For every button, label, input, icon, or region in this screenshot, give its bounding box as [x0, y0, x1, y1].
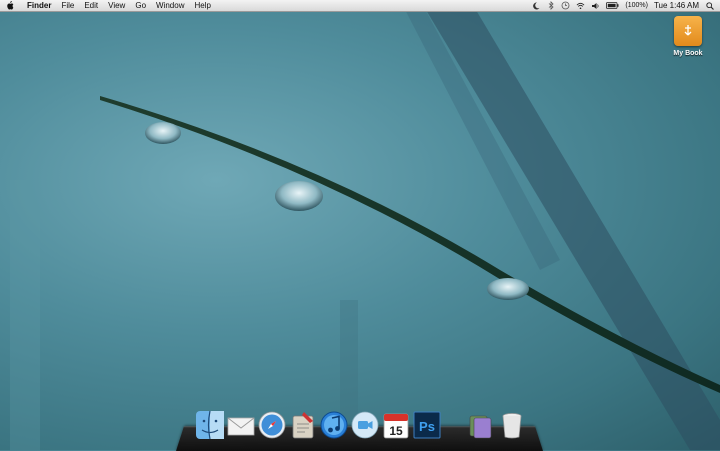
spotlight-icon[interactable] [705, 1, 714, 10]
itunes-icon [320, 411, 348, 439]
dock-item-trash[interactable] [497, 410, 527, 440]
dock-item-stack[interactable] [466, 410, 496, 440]
dock-item-photoshop[interactable]: Ps [412, 410, 442, 440]
stack-icon [469, 415, 492, 439]
menu-app-finder[interactable]: Finder [22, 0, 56, 11]
menu-view[interactable]: View [103, 0, 130, 11]
menu-extras: (100%) Tue 1:46 AM [531, 1, 720, 10]
wifi-icon[interactable] [576, 1, 585, 10]
dock-item-itunes[interactable] [319, 410, 349, 440]
mail-icon [227, 417, 255, 436]
drive-label[interactable]: My Book [668, 50, 708, 57]
time-machine-icon[interactable] [561, 1, 570, 10]
dock-item-ical[interactable]: 15 [381, 410, 411, 440]
desktop-drive-my-book[interactable]: My Book [668, 16, 708, 57]
moon-icon[interactable] [531, 1, 540, 10]
dock-item-finder[interactable] [195, 410, 225, 440]
menu-file[interactable]: File [56, 0, 79, 11]
battery-percentage: (100%) [625, 2, 648, 9]
menu-bar: Finder File Edit View Go Window Help (10… [0, 0, 720, 12]
menu-go[interactable]: Go [130, 0, 151, 11]
dock-item-mail[interactable] [226, 410, 256, 440]
ical-date: 15 [389, 424, 403, 438]
facetime-icon [351, 411, 379, 439]
menu-help[interactable]: Help [189, 0, 215, 11]
dock-icons: 15 Ps [190, 408, 530, 444]
script-editor-icon [292, 412, 314, 439]
volume-icon[interactable] [591, 1, 600, 10]
photoshop-label: Ps [419, 419, 435, 434]
usb-drive-icon[interactable] [674, 16, 702, 46]
dock-item-script-editor[interactable] [288, 410, 318, 440]
bluetooth-icon[interactable] [546, 1, 555, 10]
menu-window[interactable]: Window [151, 0, 189, 11]
finder-icon [196, 410, 224, 440]
photoshop-icon: Ps [413, 411, 441, 439]
desktop-wallpaper [10, 0, 720, 450]
dock-item-safari[interactable] [257, 410, 287, 440]
battery-icon[interactable] [606, 1, 619, 10]
dock-item-facetime[interactable] [350, 410, 380, 440]
clock[interactable]: Tue 1:46 AM [654, 1, 699, 10]
trash-icon [502, 413, 522, 439]
safari-icon [258, 411, 286, 439]
ical-icon: 15 [383, 413, 409, 439]
menu-edit[interactable]: Edit [79, 0, 103, 11]
apple-menu-icon[interactable] [6, 1, 16, 10]
